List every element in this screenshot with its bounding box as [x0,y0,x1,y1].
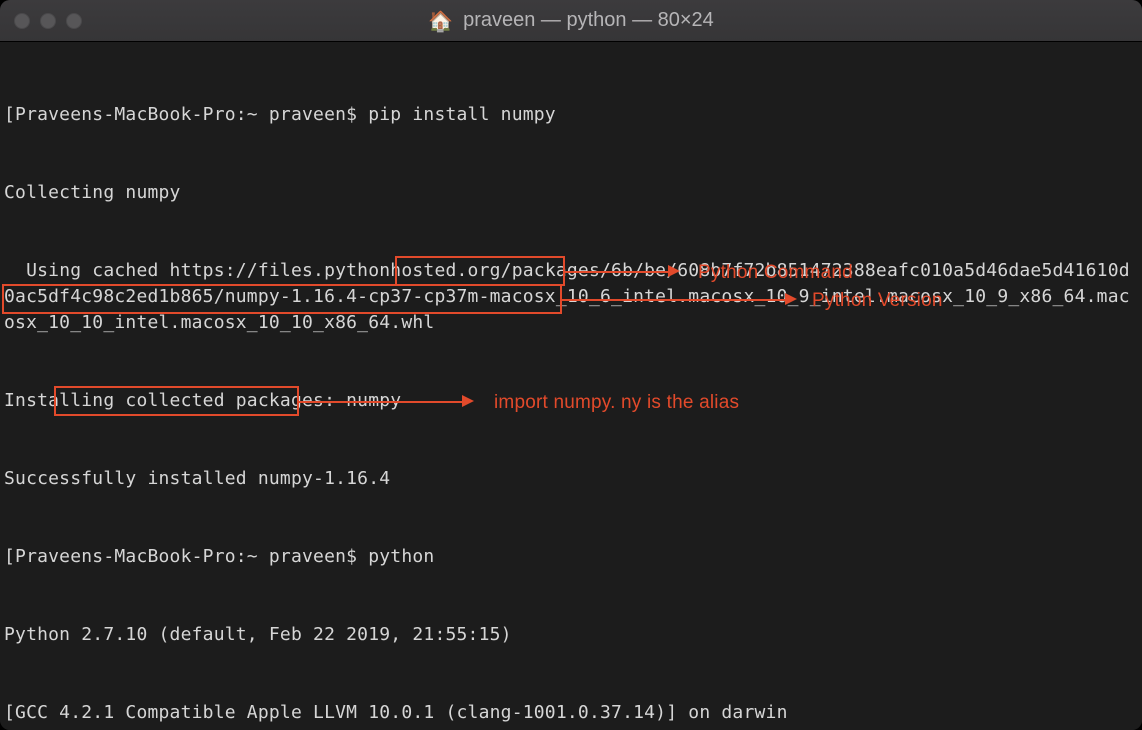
annotation-label-python-command: Python Command [698,260,853,286]
annotation-label-python-version: Python Version [812,288,943,314]
terminal-line: [GCC 4.2.1 Compatible Apple LLVM 10.0.1 … [4,700,1138,726]
minimize-button[interactable] [40,13,56,29]
terminal-line: Successfully installed numpy-1.16.4 [4,466,1138,492]
terminal-line: Python 2.7.10 (default, Feb 22 2019, 21:… [4,622,1138,648]
annotation-box-python-command [395,256,565,286]
terminal-body[interactable]: [Praveens-MacBook-Pro:~ praveen$ pip ins… [0,42,1142,730]
window-title: praveen — python — 80×24 [463,9,714,32]
titlebar: 🏠 praveen — python — 80×24 [0,0,1142,42]
terminal-window: 🏠 praveen — python — 80×24 [Praveens-Mac… [0,0,1142,730]
annotation-arrow [565,271,670,273]
annotation-box-python-version [2,284,562,314]
annotation-arrow [562,299,787,301]
terminal-line: Collecting numpy [4,180,1138,206]
zoom-button[interactable] [66,13,82,29]
annotation-arrow [299,401,464,403]
terminal-line: [Praveens-MacBook-Pro:~ praveen$ python [4,544,1138,570]
window-controls [14,13,82,29]
home-icon: 🏠 [428,9,453,33]
annotation-arrowhead-icon [462,395,474,407]
terminal-line: [Praveens-MacBook-Pro:~ praveen$ pip ins… [4,102,1138,128]
title-wrap: 🏠 praveen — python — 80×24 [0,9,1142,33]
annotation-arrowhead-icon [668,265,680,277]
annotation-label-import-numpy: import numpy. ny is the alias [494,390,739,416]
annotation-box-import-numpy [54,386,299,416]
close-button[interactable] [14,13,30,29]
annotation-arrowhead-icon [785,293,797,305]
